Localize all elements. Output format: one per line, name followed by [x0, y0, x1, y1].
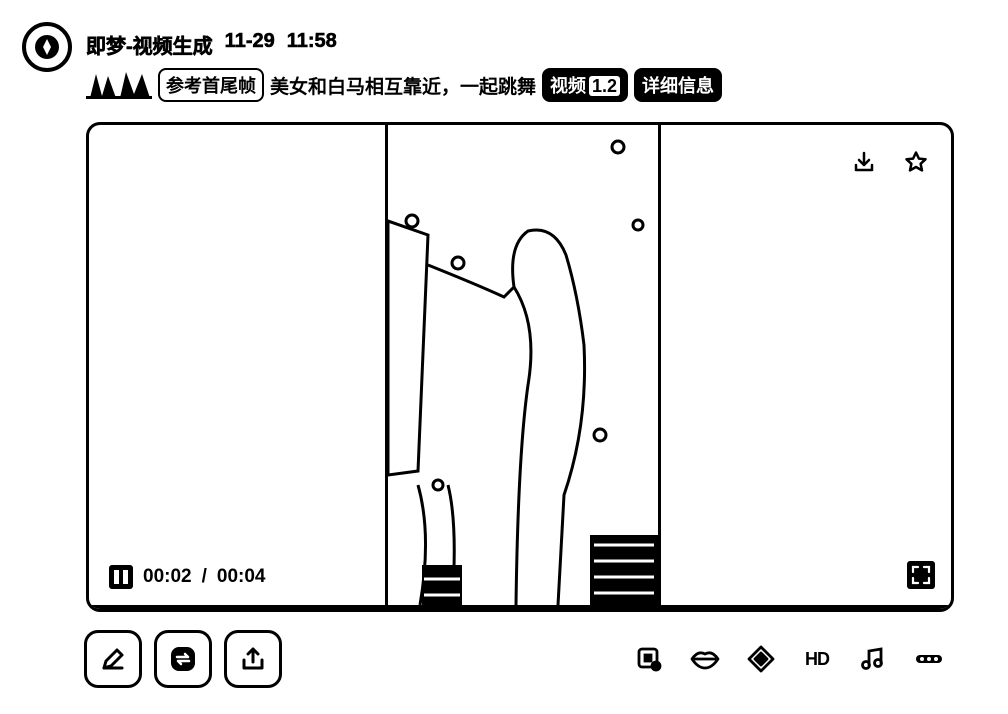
progress-bar[interactable]: [89, 605, 951, 609]
star-icon[interactable]: [901, 147, 931, 177]
regenerate-icon: [171, 647, 195, 671]
current-time: 00:02: [143, 566, 192, 587]
date: 11-29: [224, 30, 275, 53]
download-icon[interactable]: [849, 147, 879, 177]
playback-controls: 00:02 / 00:04: [109, 565, 266, 589]
model-chip[interactable]: 视频 1.2: [542, 68, 629, 102]
duration: 00:04: [216, 566, 266, 587]
player-top-actions: [849, 147, 931, 177]
frame-icon[interactable]: [634, 644, 664, 674]
time-separator: /: [201, 566, 207, 587]
primary-actions: [84, 630, 282, 688]
diamond-icon[interactable]: [746, 644, 776, 674]
pause-icon[interactable]: [109, 565, 133, 589]
upload-icon: [242, 647, 264, 670]
time: 11:58: [286, 30, 337, 53]
secondary-actions: HD: [634, 644, 944, 674]
regenerate-button[interactable]: [154, 630, 212, 688]
fullscreen-icon[interactable]: [907, 561, 935, 589]
edit-button[interactable]: [84, 630, 142, 688]
reference-thumbnail[interactable]: [86, 68, 152, 102]
model-version: 1.2: [589, 76, 621, 96]
music-icon[interactable]: [858, 644, 888, 674]
share-button[interactable]: [224, 630, 282, 688]
more-icon[interactable]: [914, 644, 944, 674]
video-player[interactable]: 00:02 / 00:04: [86, 122, 954, 612]
hd-icon[interactable]: HD: [802, 644, 832, 674]
model-label: 视频: [550, 76, 587, 96]
prompt-text: 美女和白马相互靠近，一起跳舞: [270, 76, 537, 98]
generation-meta: 参考首尾帧 美女和白马相互靠近，一起跳舞 视频 1.2 详细信息: [86, 68, 723, 102]
lips-icon[interactable]: [690, 644, 720, 674]
pencil-icon: [102, 648, 124, 670]
compass-icon[interactable]: [22, 22, 72, 72]
details-button[interactable]: 详细信息: [634, 68, 723, 102]
reference-chip[interactable]: 参考首尾帧: [158, 68, 264, 102]
header: 即梦-视频生成 11-29 11:58: [86, 30, 337, 59]
video-frame[interactable]: [385, 125, 661, 609]
app-name: 即梦-视频生成: [86, 36, 213, 59]
